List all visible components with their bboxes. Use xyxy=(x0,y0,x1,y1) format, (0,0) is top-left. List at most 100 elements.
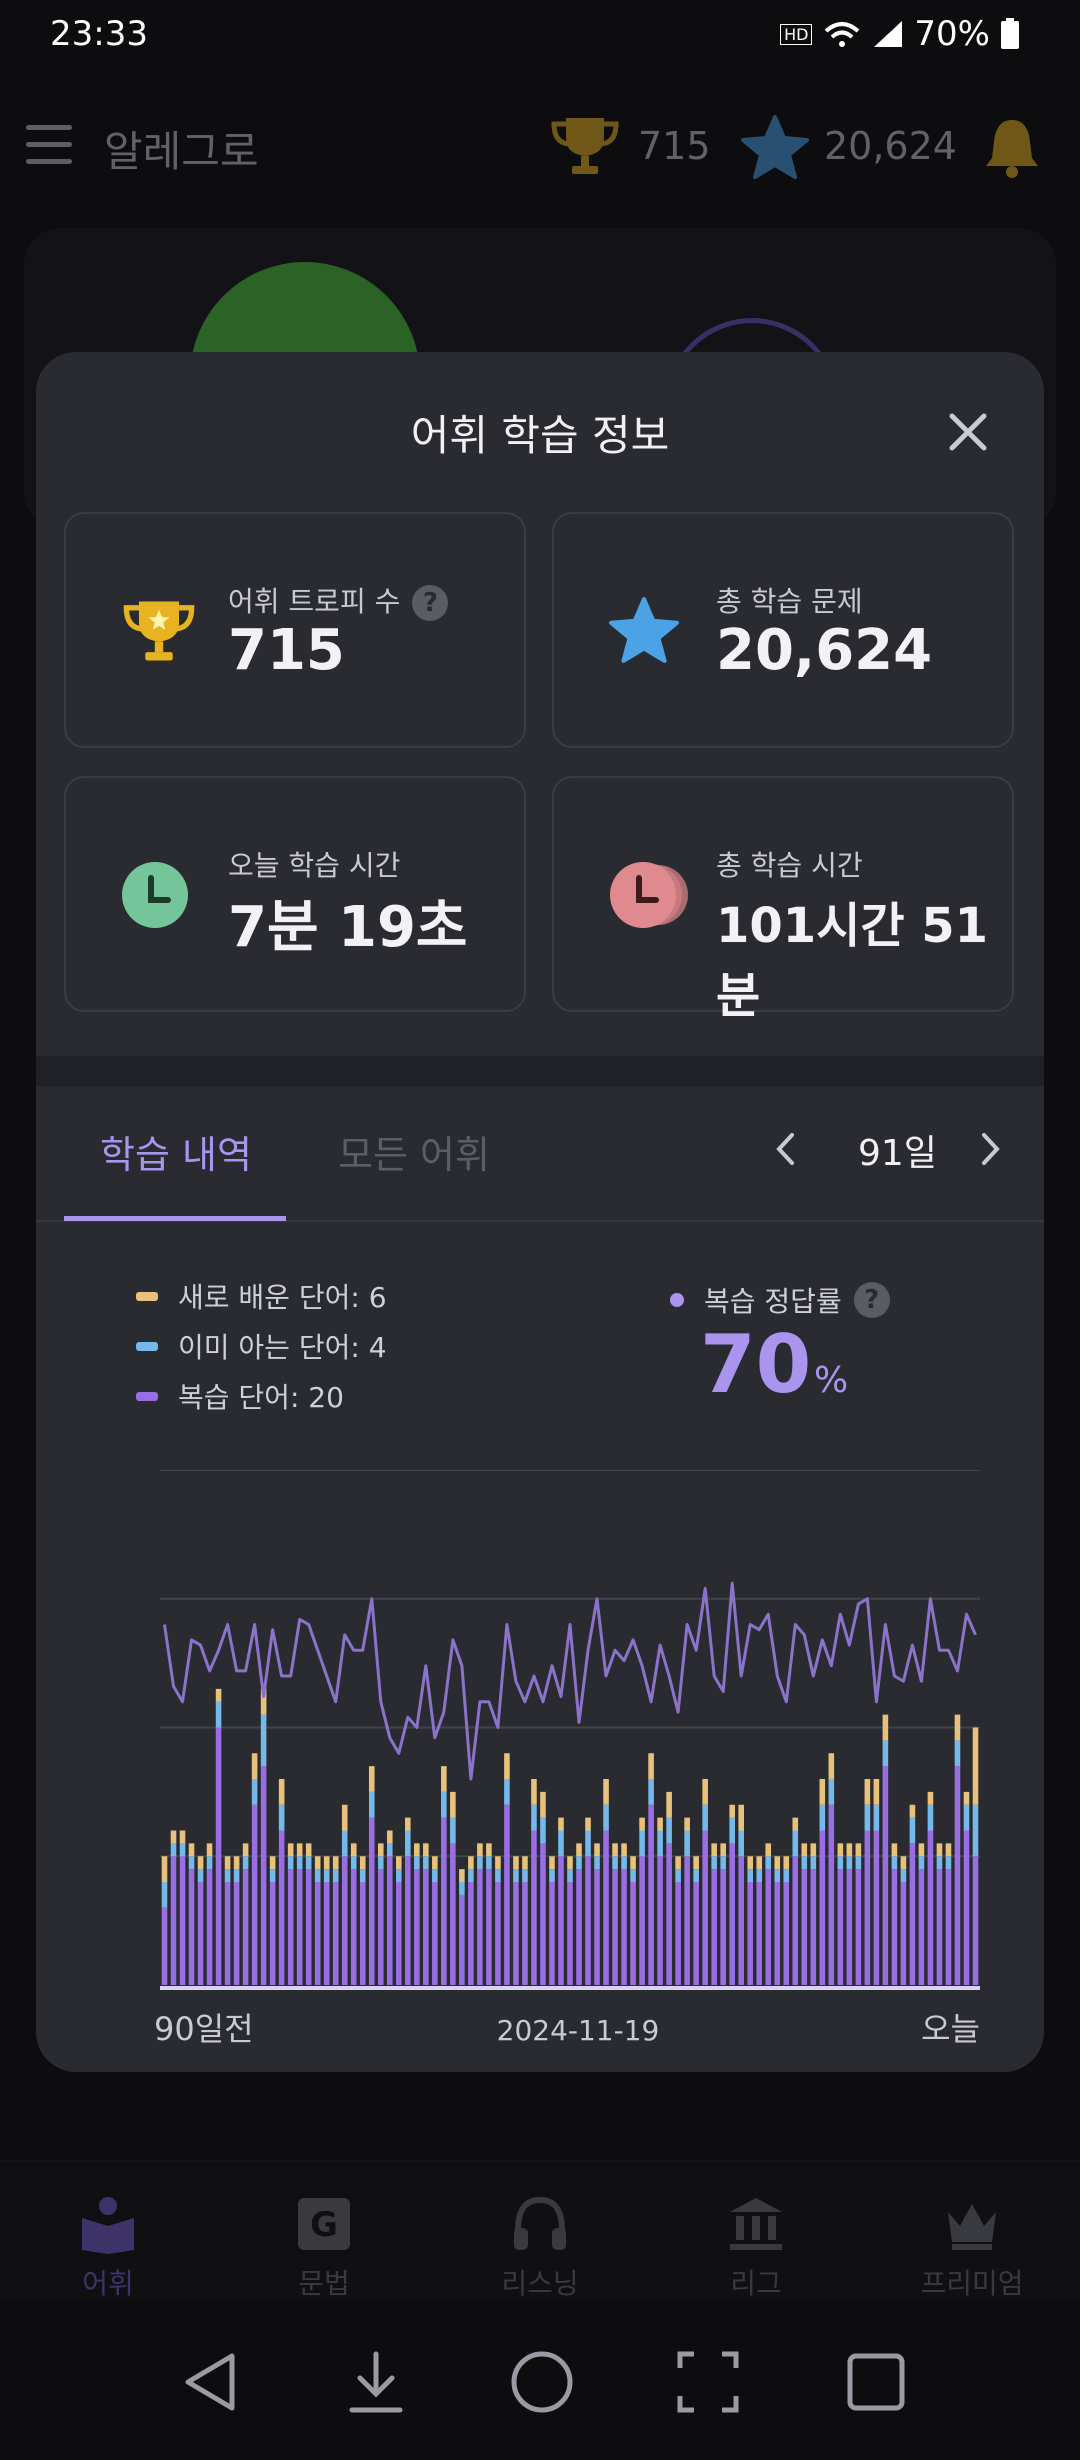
close-icon[interactable] xyxy=(936,400,1000,464)
bar-new xyxy=(359,1856,366,1870)
bottom-nav: 어휘 G 문법 리스닝 리그 프리미엄 xyxy=(0,2160,1080,2302)
nav-grammar[interactable]: G 문법 xyxy=(216,2162,432,2302)
bar-new xyxy=(936,1843,943,1857)
bar-new xyxy=(657,1817,663,1831)
signal-icon xyxy=(874,21,903,47)
bar-review xyxy=(936,1869,943,1985)
accuracy-label: 복습 정답률? xyxy=(670,1280,890,1320)
bar-known xyxy=(323,1869,330,1882)
bar-new xyxy=(729,1804,735,1818)
bar-known xyxy=(423,1856,429,1870)
bar-new xyxy=(305,1843,312,1857)
bar-new xyxy=(801,1843,808,1857)
bar-known xyxy=(549,1869,555,1882)
bar-review xyxy=(395,1882,402,1985)
bar-known xyxy=(269,1869,276,1882)
bar-review xyxy=(603,1830,609,1985)
bar-known xyxy=(900,1869,907,1882)
bar-review xyxy=(377,1869,384,1985)
bar-review xyxy=(909,1843,916,1985)
bar-review xyxy=(323,1882,330,1985)
bar-known xyxy=(810,1856,817,1870)
tab-history[interactable]: 학습 내역 xyxy=(100,1124,252,1179)
bar-known xyxy=(882,1740,889,1767)
bar-known xyxy=(522,1869,528,1882)
bar-new xyxy=(945,1843,952,1857)
help-icon[interactable]: ? xyxy=(853,1282,890,1318)
bar-review xyxy=(630,1882,636,1985)
x-label-start: 90일전 xyxy=(154,2010,254,2048)
back-icon[interactable] xyxy=(180,2350,240,2414)
bar-review xyxy=(197,1882,204,1985)
bar-new xyxy=(684,1817,690,1831)
download-icon[interactable] xyxy=(346,2350,406,2414)
recents-icon[interactable] xyxy=(844,2350,908,2414)
nav-listening[interactable]: 리스닝 xyxy=(432,2162,648,2302)
bar-known xyxy=(161,1882,168,1908)
bar-known xyxy=(224,1869,231,1882)
bar-review xyxy=(954,1766,961,1985)
home-icon[interactable] xyxy=(510,2350,574,2414)
bar-new xyxy=(873,1779,880,1805)
bar-new xyxy=(423,1843,429,1857)
bar-known xyxy=(558,1830,564,1857)
nav-league-label: 리그 xyxy=(730,2267,782,2300)
bar-known xyxy=(567,1869,573,1882)
bar-known xyxy=(846,1856,853,1870)
bar-known xyxy=(657,1830,663,1857)
tab-all-words[interactable]: 모든 어휘 xyxy=(338,1124,490,1179)
chevron-right-icon[interactable] xyxy=(978,1132,1002,1166)
nav-grammar-label: 문법 xyxy=(298,2267,350,2300)
nav-premium[interactable]: 프리미엄 xyxy=(864,2162,1080,2302)
bar-known xyxy=(873,1804,880,1831)
bar-new xyxy=(747,1856,754,1870)
chevron-left-icon[interactable] xyxy=(774,1132,798,1166)
nav-league[interactable]: 리그 xyxy=(648,2162,864,2302)
today-time-card: 오늘 학습 시간 7분 19초 xyxy=(64,776,526,1012)
bar-known xyxy=(675,1869,681,1882)
bar-new xyxy=(269,1856,276,1870)
bar-new xyxy=(395,1856,402,1870)
bar-new xyxy=(540,1791,546,1818)
bar-new xyxy=(864,1779,871,1805)
bar-review xyxy=(540,1843,546,1985)
bar-review xyxy=(495,1882,501,1985)
bar-new xyxy=(513,1856,519,1870)
screenshot-icon[interactable] xyxy=(676,2350,740,2414)
tab-underline xyxy=(64,1216,286,1221)
bar-review xyxy=(585,1856,591,1985)
bar-review xyxy=(477,1869,483,1985)
bar-new xyxy=(414,1843,420,1857)
bar-review xyxy=(468,1882,474,1985)
bar-review xyxy=(386,1856,393,1985)
nav-premium-label: 프리미엄 xyxy=(920,2267,1024,2300)
bar-review xyxy=(774,1882,781,1985)
clock-icon xyxy=(122,862,188,928)
bar-review xyxy=(801,1869,808,1985)
bar-new xyxy=(350,1843,357,1857)
help-icon[interactable]: ? xyxy=(412,585,449,621)
nav-vocab[interactable]: 어휘 xyxy=(0,2162,216,2302)
bar-review xyxy=(423,1869,429,1985)
header-star-count: 20,624 xyxy=(824,124,957,168)
bar-new xyxy=(477,1843,483,1857)
bar-new xyxy=(810,1843,817,1857)
bar-review xyxy=(639,1856,645,1985)
bell-icon[interactable] xyxy=(982,116,1042,178)
trophy-icon xyxy=(123,601,195,661)
bar-review xyxy=(269,1882,276,1985)
menu-icon[interactable] xyxy=(26,125,72,165)
bar-known xyxy=(233,1869,240,1882)
bar-new xyxy=(341,1804,348,1831)
bar-new xyxy=(368,1766,375,1792)
bar-new xyxy=(891,1843,898,1857)
bar-review xyxy=(332,1882,339,1985)
bar-review xyxy=(314,1882,321,1985)
bar-review xyxy=(161,1907,168,1985)
bar-known xyxy=(612,1856,618,1870)
bar-review xyxy=(531,1830,537,1985)
bar-known xyxy=(386,1843,393,1857)
bar-known xyxy=(711,1856,717,1870)
today-time-label: 오늘 학습 시간 xyxy=(228,849,401,882)
bar-new xyxy=(711,1843,717,1857)
